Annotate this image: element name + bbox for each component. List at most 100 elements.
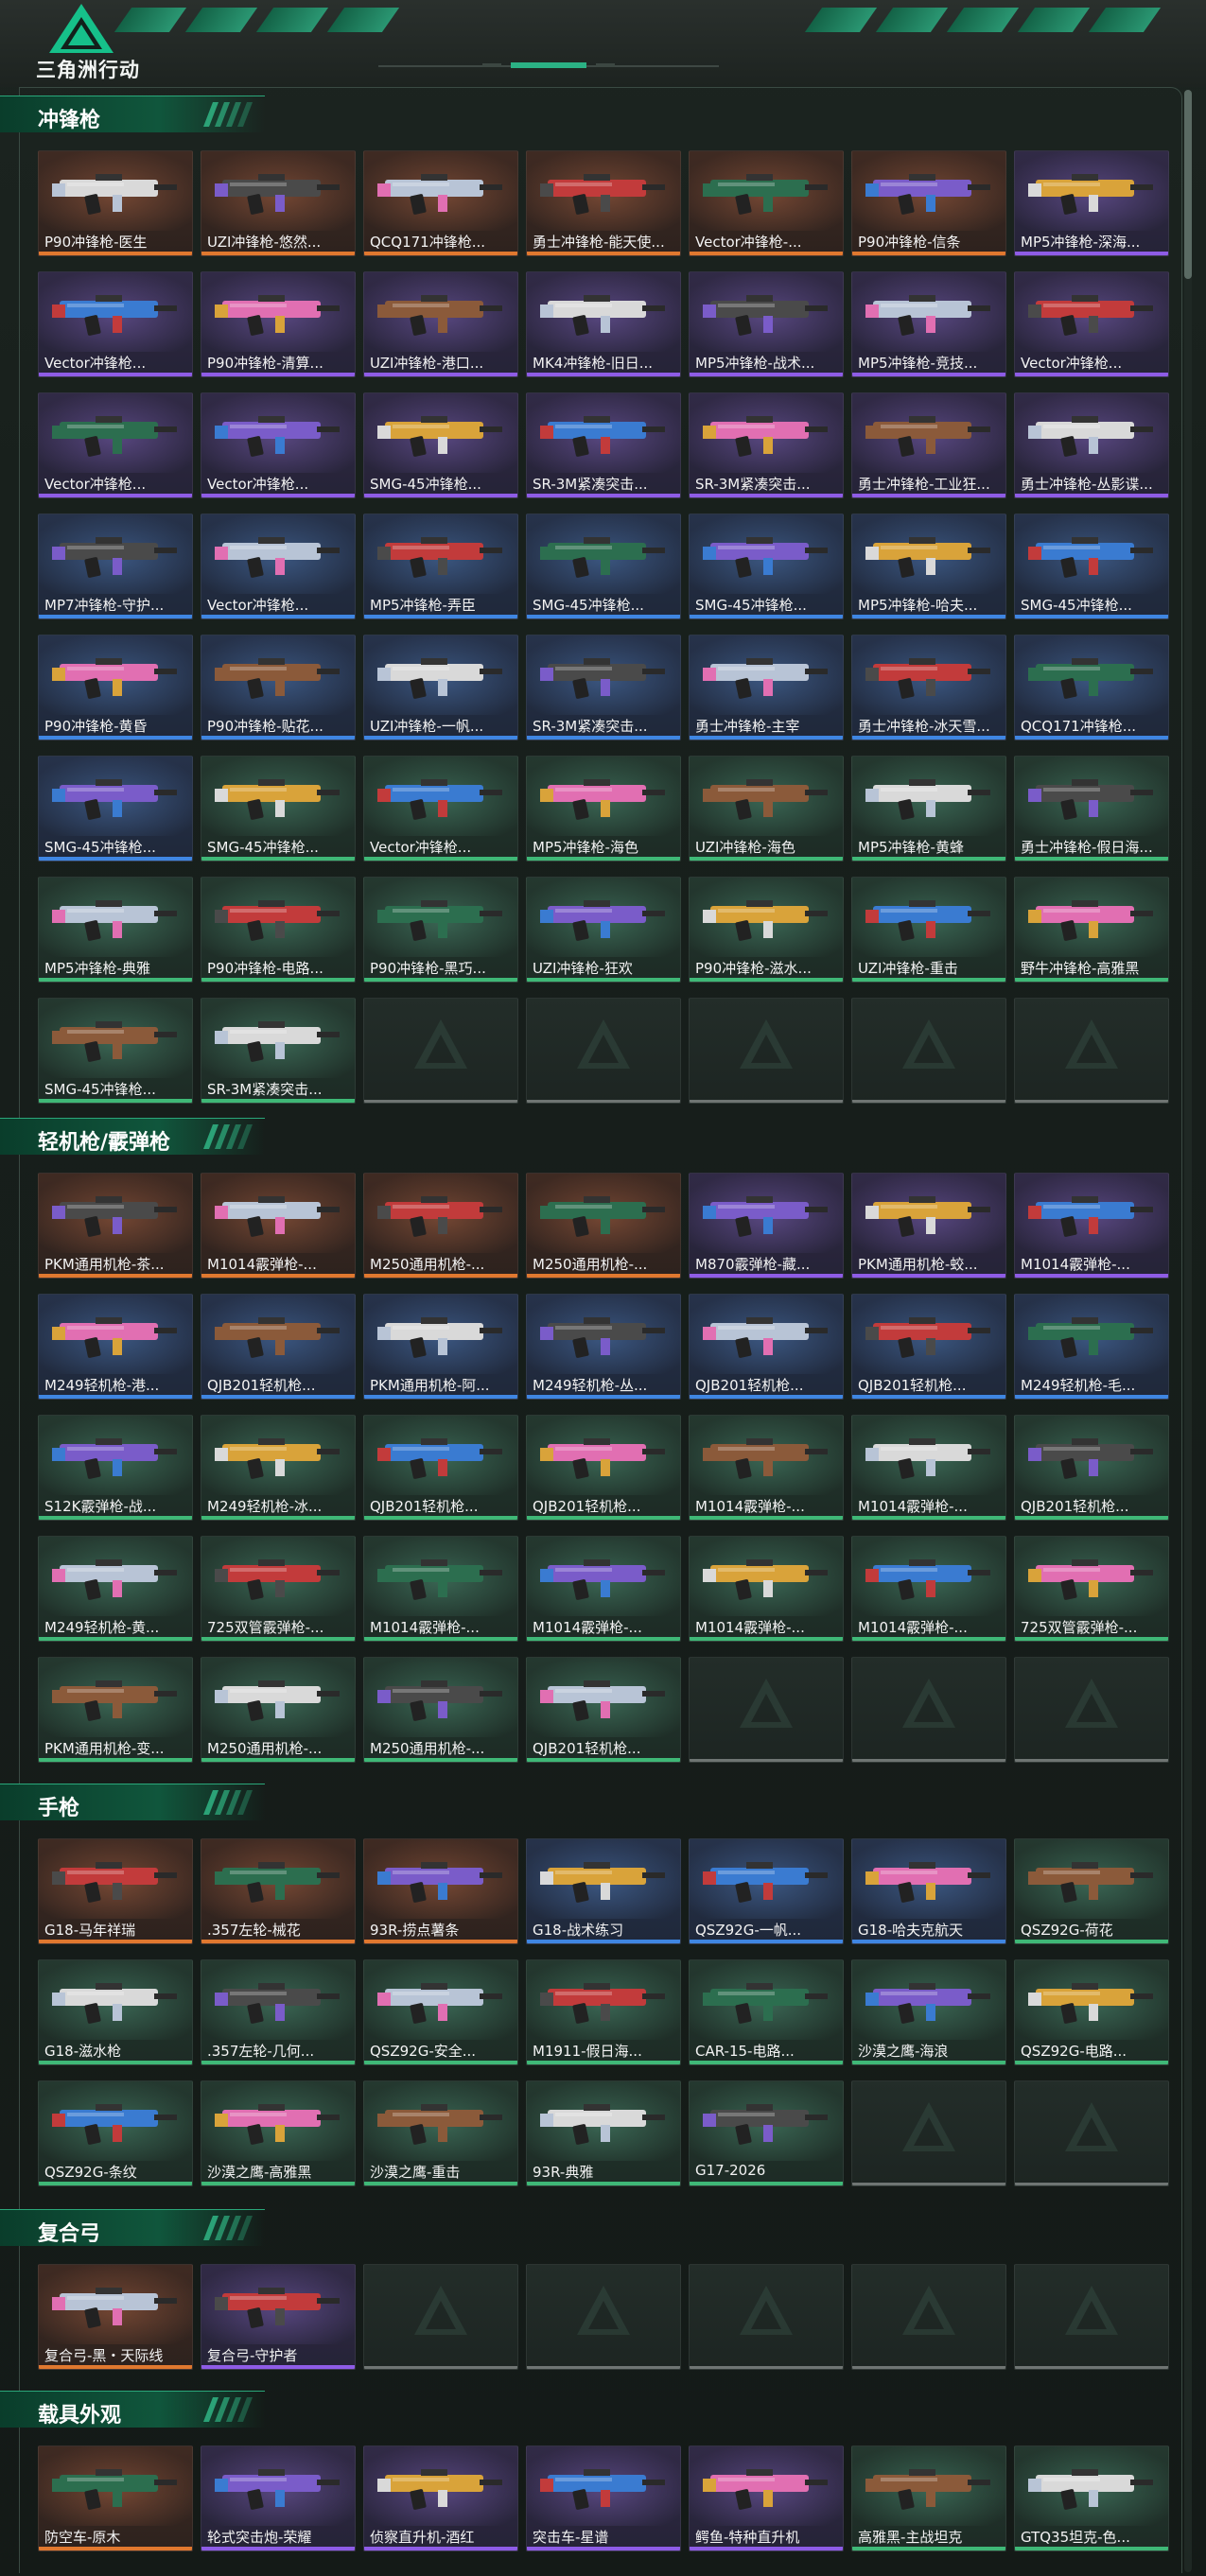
- item-card[interactable]: MP5冲锋枪-深海...: [1014, 150, 1169, 256]
- item-card[interactable]: P90冲锋枪-贴花...: [201, 635, 356, 740]
- item-card[interactable]: M1014霰弹枪-...: [851, 1415, 1006, 1521]
- item-card[interactable]: PKM通用机枪-茶...: [38, 1173, 193, 1279]
- item-card[interactable]: SMG-45冲锋枪...: [38, 998, 193, 1104]
- item-card[interactable]: Vector冲锋枪...: [1014, 271, 1169, 377]
- item-card[interactable]: M1911-假日海...: [526, 1959, 681, 2065]
- item-card[interactable]: 勇士冲锋枪-冰天雪...: [851, 635, 1006, 740]
- item-card[interactable]: SMG-45冲锋枪...: [363, 392, 518, 498]
- item-card[interactable]: SR-3M紧凑突击...: [526, 635, 681, 740]
- item-card[interactable]: Vector冲锋枪...: [363, 756, 518, 862]
- item-card[interactable]: S12K霰弹枪-战...: [38, 1415, 193, 1521]
- item-card[interactable]: MP5冲锋枪-竞技...: [851, 271, 1006, 377]
- item-card[interactable]: M249轻机枪-港...: [38, 1294, 193, 1400]
- item-card[interactable]: CAR-15-电路...: [689, 1959, 844, 2065]
- item-card[interactable]: M250通用机枪-...: [363, 1173, 518, 1279]
- item-card[interactable]: 93R-捞点薯条: [363, 1838, 518, 1944]
- item-card[interactable]: 725双管霰弹枪-...: [1014, 1536, 1169, 1642]
- item-card[interactable]: P90冲锋枪-黑巧...: [363, 877, 518, 983]
- item-card[interactable]: M1014霰弹枪-...: [1014, 1173, 1169, 1279]
- item-card[interactable]: 勇士冲锋枪-主宰: [689, 635, 844, 740]
- item-card[interactable]: UZI冲锋枪-港口...: [363, 271, 518, 377]
- item-card[interactable]: M250通用机枪-...: [363, 1657, 518, 1763]
- item-card[interactable]: 勇士冲锋枪-假日海...: [1014, 756, 1169, 862]
- item-card[interactable]: QJB201轻机枪...: [526, 1415, 681, 1521]
- item-card[interactable]: QSZ92G-条纹: [38, 2080, 193, 2186]
- item-card[interactable]: SMG-45冲锋枪...: [526, 513, 681, 619]
- item-card[interactable]: PKM通用机枪-蛟...: [851, 1173, 1006, 1279]
- item-card[interactable]: G18-哈夫克航天: [851, 1838, 1006, 1944]
- item-card[interactable]: SMG-45冲锋枪...: [1014, 513, 1169, 619]
- item-card[interactable]: M1014霰弹枪-...: [363, 1536, 518, 1642]
- item-card[interactable]: Vector冲锋枪...: [201, 392, 356, 498]
- item-card[interactable]: QSZ92G-荷花: [1014, 1838, 1169, 1944]
- item-card[interactable]: QJB201轻机枪...: [1014, 1415, 1169, 1521]
- item-card[interactable]: 93R-典雅: [526, 2080, 681, 2186]
- item-card[interactable]: M249轻机枪-黄...: [38, 1536, 193, 1642]
- item-card[interactable]: SMG-45冲锋枪...: [689, 513, 844, 619]
- item-card[interactable]: 轮式突击炮-荣耀: [201, 2445, 356, 2551]
- item-card[interactable]: QJB201轻机枪...: [363, 1415, 518, 1521]
- item-card[interactable]: PKM通用机枪-变...: [38, 1657, 193, 1763]
- item-card[interactable]: MP5冲锋枪-哈夫...: [851, 513, 1006, 619]
- item-card[interactable]: Vector冲锋枪...: [201, 513, 356, 619]
- item-card[interactable]: QSZ92G-电路...: [1014, 1959, 1169, 2065]
- item-card[interactable]: QCQ171冲锋枪...: [1014, 635, 1169, 740]
- item-card[interactable]: QSZ92G-一帆...: [689, 1838, 844, 1944]
- item-card[interactable]: SR-3M紧凑突击...: [689, 392, 844, 498]
- item-card[interactable]: UZI冲锋枪-重击: [851, 877, 1006, 983]
- item-card[interactable]: P90冲锋枪-医生: [38, 150, 193, 256]
- item-card[interactable]: 复合弓-黑・天际线: [38, 2264, 193, 2370]
- item-card[interactable]: MP5冲锋枪-黄蜂: [851, 756, 1006, 862]
- item-card[interactable]: G18-战术练习: [526, 1838, 681, 1944]
- item-card[interactable]: 沙漠之鹰-高雅黑: [201, 2080, 356, 2186]
- item-card[interactable]: M250通用机枪-...: [201, 1657, 356, 1763]
- item-card[interactable]: P90冲锋枪-黄昏: [38, 635, 193, 740]
- item-card[interactable]: M249轻机枪-毛...: [1014, 1294, 1169, 1400]
- item-card[interactable]: SR-3M紧凑突击...: [526, 392, 681, 498]
- item-card[interactable]: M1014霰弹枪-...: [851, 1536, 1006, 1642]
- item-card[interactable]: MP5冲锋枪-典雅: [38, 877, 193, 983]
- item-card[interactable]: SMG-45冲锋枪...: [38, 756, 193, 862]
- item-card[interactable]: 勇士冲锋枪-丛影谍...: [1014, 392, 1169, 498]
- item-card[interactable]: 勇士冲锋枪-工业狂...: [851, 392, 1006, 498]
- item-card[interactable]: UZI冲锋枪-海色: [689, 756, 844, 862]
- item-card[interactable]: G18-马年祥瑞: [38, 1838, 193, 1944]
- item-card[interactable]: QJB201轻机枪...: [201, 1294, 356, 1400]
- item-card[interactable]: UZI冲锋枪-悠然...: [201, 150, 356, 256]
- item-card[interactable]: MP5冲锋枪-弄臣: [363, 513, 518, 619]
- item-card[interactable]: UZI冲锋枪-一帆...: [363, 635, 518, 740]
- item-card[interactable]: MP5冲锋枪-战术...: [689, 271, 844, 377]
- item-card[interactable]: Vector冲锋枪-...: [689, 150, 844, 256]
- item-card[interactable]: MP7冲锋枪-守护...: [38, 513, 193, 619]
- item-card[interactable]: Vector冲锋枪...: [38, 271, 193, 377]
- item-card[interactable]: M250通用机枪-...: [526, 1173, 681, 1279]
- item-card[interactable]: 野牛冲锋枪-高雅黑: [1014, 877, 1169, 983]
- item-card[interactable]: M1014霰弹枪-...: [689, 1415, 844, 1521]
- item-card[interactable]: 高雅黑-主战坦克: [851, 2445, 1006, 2551]
- item-card[interactable]: 防空车-原木: [38, 2445, 193, 2551]
- item-card[interactable]: 沙漠之鹰-重击: [363, 2080, 518, 2186]
- item-card[interactable]: P90冲锋枪-电路...: [201, 877, 356, 983]
- item-card[interactable]: QCQ171冲锋枪...: [363, 150, 518, 256]
- item-card[interactable]: G17-2026: [689, 2080, 844, 2186]
- scrollbar-thumb[interactable]: [1184, 90, 1192, 279]
- item-card[interactable]: 勇士冲锋枪-能天使...: [526, 150, 681, 256]
- item-card[interactable]: 725双管霰弹枪-...: [201, 1536, 356, 1642]
- item-card[interactable]: QJB201轻机枪...: [526, 1657, 681, 1763]
- item-card[interactable]: GTQ35坦克-色...: [1014, 2445, 1169, 2551]
- item-card[interactable]: SMG-45冲锋枪...: [201, 756, 356, 862]
- item-card[interactable]: MK4冲锋枪-旧日...: [526, 271, 681, 377]
- item-card[interactable]: 复合弓-守护者: [201, 2264, 356, 2370]
- item-card[interactable]: M870霰弹枪-藏...: [689, 1173, 844, 1279]
- item-card[interactable]: QJB201轻机枪...: [689, 1294, 844, 1400]
- item-card[interactable]: 侦察直升机-酒红: [363, 2445, 518, 2551]
- item-card[interactable]: M1014霰弹枪-...: [689, 1536, 844, 1642]
- item-card[interactable]: PKM通用机枪-阿...: [363, 1294, 518, 1400]
- item-card[interactable]: QSZ92G-安全...: [363, 1959, 518, 2065]
- item-card[interactable]: UZI冲锋枪-狂欢: [526, 877, 681, 983]
- scrollbar-track[interactable]: [1184, 90, 1192, 2572]
- item-card[interactable]: QJB201轻机枪...: [851, 1294, 1006, 1400]
- item-card[interactable]: 突击车-星谱: [526, 2445, 681, 2551]
- item-card[interactable]: SR-3M紧凑突击...: [201, 998, 356, 1104]
- item-card[interactable]: M1014霰弹枪-...: [201, 1173, 356, 1279]
